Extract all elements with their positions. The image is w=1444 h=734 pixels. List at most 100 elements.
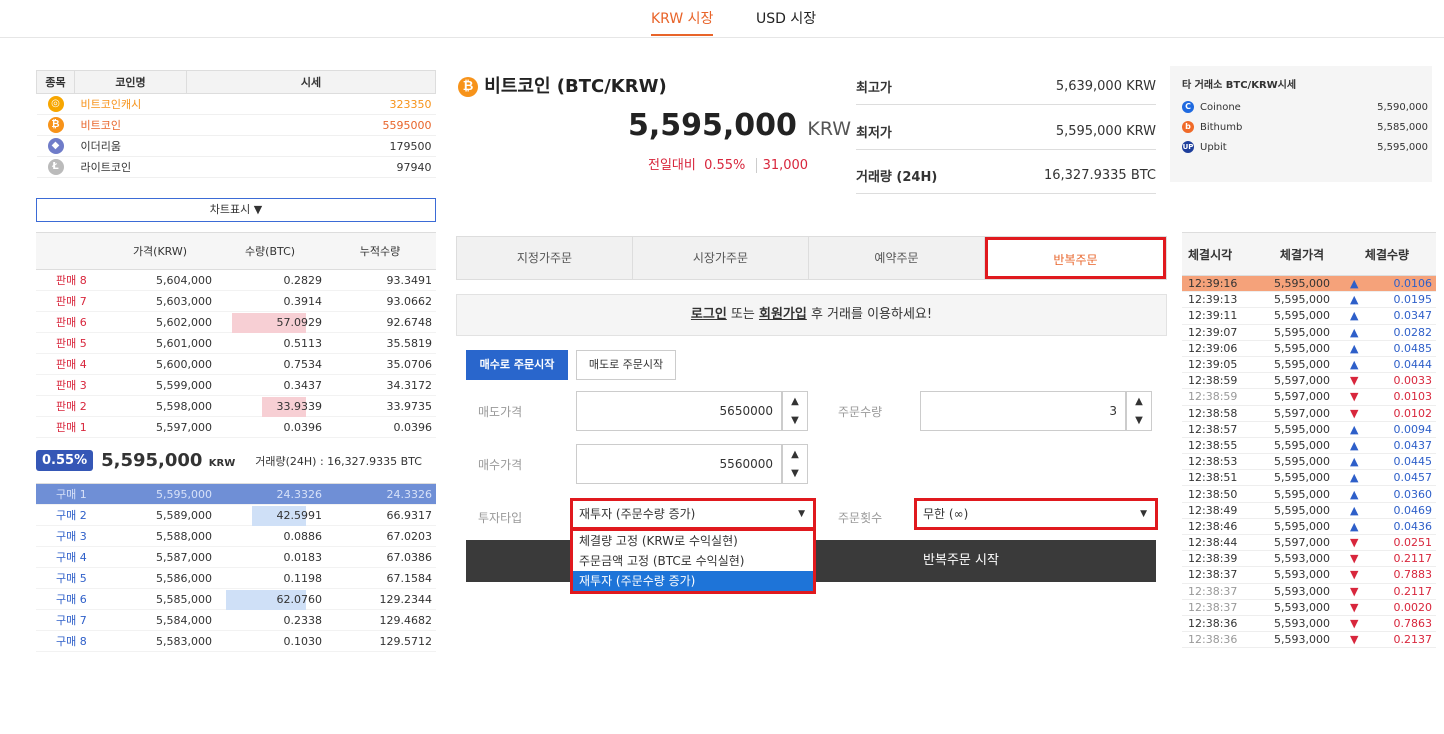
- trade-row: 12:38:50 5,595,000 ▲ 0.0360: [1182, 486, 1436, 503]
- up-arrow-icon: ▲: [1350, 325, 1359, 339]
- down-arrow-icon: ▼: [1350, 617, 1359, 631]
- sell-price-stepper[interactable]: ▲ ▼: [782, 391, 808, 431]
- coinone-icon: C: [1182, 101, 1194, 113]
- trade-row: 12:38:36 5,593,000 ▼ 0.7863: [1182, 616, 1436, 633]
- orderbook-buy-row[interactable]: 구매 3 5,588,000 0.0886 67.0203: [36, 526, 436, 547]
- stat-high: 최고가 5,639,000 KRW: [856, 68, 1156, 105]
- trade-header: 체결시각 체결가격 체결수량: [1182, 232, 1436, 276]
- down-arrow-icon: ▼: [1350, 536, 1359, 550]
- orderbook-buy-row[interactable]: 구매 8 5,583,000 0.1030 129.5712: [36, 631, 436, 652]
- trade-row: 12:38:37 5,593,000 ▼ 0.2117: [1182, 584, 1436, 600]
- coin-col-symbol: 종목: [36, 70, 75, 94]
- coin-name: 이더리움: [74, 135, 187, 157]
- coin-name: 비트코인캐시: [74, 93, 187, 115]
- invest-type-select[interactable]: 재투자 (주문수량 증가) ▼: [570, 498, 816, 530]
- orderbook-buy-row[interactable]: 구매 1 5,595,000 24.3326 24.3326: [36, 484, 436, 505]
- tab-reserve-order[interactable]: 예약주문: [809, 237, 985, 279]
- sell-price-input[interactable]: 5650000: [576, 391, 782, 431]
- down-arrow-icon: ▼: [1350, 552, 1359, 566]
- coin-price: 5595000: [186, 114, 436, 136]
- up-arrow-icon[interactable]: ▲: [783, 392, 807, 411]
- option-reinvest[interactable]: 재투자 (주문수량 증가): [573, 571, 813, 591]
- trade-row: 12:38:36 5,593,000 ▼ 0.2137: [1182, 632, 1436, 649]
- bithumb-icon: b: [1182, 121, 1194, 133]
- down-arrow-icon: ▼: [1350, 600, 1359, 614]
- orderbook-sell-row[interactable]: 판매 5 5,601,000 0.5113 35.5819: [36, 333, 436, 354]
- order-count-select[interactable]: 무한 (∞) ▼: [914, 498, 1158, 530]
- signup-link[interactable]: 회원가입: [759, 307, 807, 322]
- orderbook-sell-row[interactable]: 판매 6 5,602,000 57.0929 92.6748: [36, 312, 436, 333]
- buy-start-button[interactable]: 매수로 주문시작: [466, 350, 568, 380]
- orderbook-buy-row[interactable]: 구매 4 5,587,000 0.0183 67.0386: [36, 547, 436, 568]
- buy-price-stepper[interactable]: ▲ ▼: [782, 444, 808, 484]
- down-arrow-icon[interactable]: ▼: [1127, 411, 1151, 430]
- login-notice: 로그인 또는 회원가입 후 거래를 이용하세요!: [456, 294, 1167, 336]
- down-arrow-icon: ▼: [1350, 568, 1359, 582]
- down-arrow-icon[interactable]: ▼: [783, 411, 807, 430]
- orderbook-sell-row[interactable]: 판매 2 5,598,000 33.9339 33.9735: [36, 396, 436, 417]
- orderbook-buy-row[interactable]: 구매 6 5,585,000 62.0760 129.2344: [36, 589, 436, 610]
- up-arrow-icon: ▲: [1350, 471, 1359, 485]
- trade-row: 12:38:51 5,595,000 ▲ 0.0457: [1182, 470, 1436, 487]
- volume-24h: 거래량(24H) : 16,327.9335 BTC: [255, 454, 422, 468]
- orderbook-buy-row[interactable]: 구매 7 5,584,000 0.2338 129.4682: [36, 610, 436, 631]
- bitcoin-cash-icon: ◎: [47, 96, 64, 112]
- up-arrow-icon: ▲: [1350, 309, 1359, 323]
- coin-list-table: 종목 코인명 시세 ◎ 비트코인캐시 323350 ₿ 비트코인 5595000 ◆ 이더리움…: [36, 70, 436, 178]
- option-fixed-qty[interactable]: 체결량 고정 (KRW로 수익실현): [573, 531, 813, 551]
- trade-row: 12:38:39 5,593,000 ▼ 0.2117: [1182, 551, 1436, 568]
- trade-row: 12:38:57 5,595,000 ▲ 0.0094: [1182, 422, 1436, 438]
- trade-row: 12:39:05 5,595,000 ▲ 0.0444: [1182, 357, 1436, 374]
- qty-stepper[interactable]: ▲ ▼: [1126, 391, 1152, 431]
- down-arrow-icon: ▼: [1350, 406, 1359, 420]
- coin-col-price: 시세: [186, 70, 436, 94]
- sell-start-button[interactable]: 매도로 주문시작: [576, 350, 676, 380]
- tab-krw-market[interactable]: KRW 시장: [651, 8, 714, 36]
- trade-row: 12:39:16 5,595,000 ▲ 0.0106: [1182, 276, 1436, 293]
- orderbook-sell-row[interactable]: 판매 4 5,600,000 0.7534 35.0706: [36, 354, 436, 375]
- buy-price-input[interactable]: 5560000: [576, 444, 782, 484]
- login-link[interactable]: 로그인: [691, 307, 727, 322]
- orderbook-summary: 0.55% 5,595,000 KRW 거래량(24H) : 16,327.93…: [36, 438, 436, 484]
- exchange-bithumb: b Bithumb 5,585,000: [1182, 117, 1428, 137]
- orderbook-buy-row[interactable]: 구매 5 5,586,000 0.1198 67.1584: [36, 568, 436, 589]
- trade-row: 12:38:58 5,597,000 ▼ 0.0102: [1182, 406, 1436, 422]
- invest-type-label: 투자타입: [478, 511, 523, 525]
- orderbook-sell-row[interactable]: 판매 3 5,599,000 0.3437 34.3172: [36, 375, 436, 396]
- exchange-upbit: UP Upbit 5,595,000: [1182, 141, 1428, 153]
- trade-row: 12:38:53 5,595,000 ▲ 0.0445: [1182, 454, 1436, 471]
- trade-row: 12:38:44 5,597,000 ▼ 0.0251: [1182, 535, 1436, 552]
- orderbook-sell-row[interactable]: 판매 7 5,603,000 0.3914 93.0662: [36, 291, 436, 312]
- trade-row: 12:39:06 5,595,000 ▲ 0.0485: [1182, 341, 1436, 357]
- orderbook-sell-row[interactable]: 판매 1 5,597,000 0.0396 0.0396: [36, 417, 436, 438]
- up-arrow-icon: ▲: [1350, 487, 1359, 501]
- tab-usd-market[interactable]: USD 시장: [756, 8, 816, 34]
- up-arrow-icon: ▲: [1350, 503, 1359, 517]
- orderbook-col-qty: 수량(BTC): [244, 245, 296, 258]
- qty-input[interactable]: 3: [920, 391, 1126, 431]
- coin-price: 179500: [186, 135, 436, 157]
- orderbook: 가격(KRW) 수량(BTC) 누적수량 판매 8 5,604,000 0.2829…: [36, 232, 436, 652]
- down-arrow-icon[interactable]: ▼: [783, 464, 807, 483]
- orderbook-sell-row[interactable]: 판매 8 5,604,000 0.2829 93.3491: [36, 270, 436, 291]
- chevron-down-icon: ▼: [798, 509, 805, 519]
- trade-row: 12:39:13 5,595,000 ▲ 0.0195: [1182, 292, 1436, 309]
- option-fixed-amount[interactable]: 주문금액 고정 (BTC로 수익실현): [573, 551, 813, 571]
- chart-toggle-button[interactable]: 차트표시 ▼: [36, 198, 436, 222]
- trade-row: 12:38:59 5,597,000 ▼ 0.0103: [1182, 389, 1436, 406]
- tab-market-order[interactable]: 시장가주문: [633, 237, 809, 279]
- up-arrow-icon[interactable]: ▲: [1127, 392, 1151, 411]
- order-count-label: 주문횟수: [838, 511, 883, 525]
- orderbook-col-price: 가격(KRW): [132, 245, 188, 258]
- trade-row: 12:39:07 5,595,000 ▲ 0.0282: [1182, 325, 1436, 341]
- coin-row[interactable]: ◆ 이더리움 179500: [36, 135, 436, 157]
- up-arrow-icon[interactable]: ▲: [783, 445, 807, 464]
- coin-row[interactable]: ₿ 비트코인 5595000: [36, 114, 436, 136]
- coin-row[interactable]: ◎ 비트코인캐시 323350: [36, 93, 436, 115]
- litecoin-icon: Ł: [47, 159, 64, 175]
- up-arrow-icon: ▲: [1350, 455, 1359, 469]
- coin-row[interactable]: Ł 라이트코인 97940: [36, 156, 436, 178]
- tab-repeat-order[interactable]: 반복주문: [985, 237, 1166, 279]
- tab-limit-order[interactable]: 지정가주문: [457, 237, 633, 279]
- orderbook-buy-row[interactable]: 구매 2 5,589,000 42.5991 66.9317: [36, 505, 436, 526]
